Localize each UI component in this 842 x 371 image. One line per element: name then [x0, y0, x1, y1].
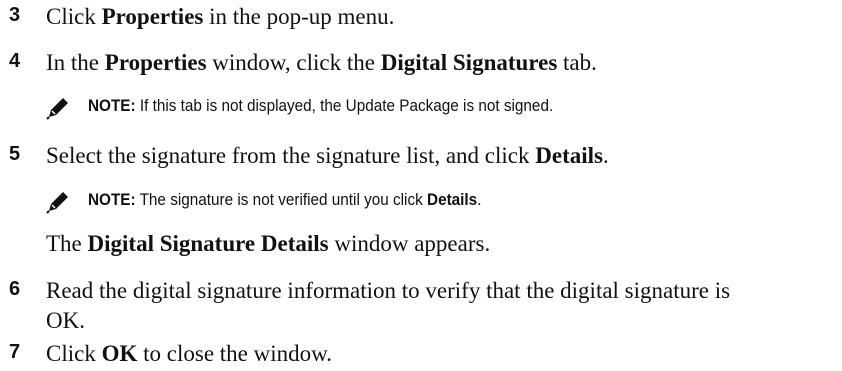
step-text: In the Properties window, click the Digi… — [46, 50, 597, 75]
note-pencil-icon — [46, 192, 68, 214]
step-number: 3 — [9, 4, 21, 26]
step-number: 4 — [9, 50, 21, 72]
step-number: 7 — [9, 341, 21, 363]
step-text: Click OK to close the window. — [46, 341, 332, 366]
step-text: Select the signature from the signature … — [46, 143, 609, 168]
step-text: Click Properties in the pop-up menu. — [46, 4, 395, 29]
result-paragraph: The Digital Signature Details window app… — [46, 231, 491, 256]
note-text: NOTE: The signature is not verified unti… — [88, 190, 482, 209]
note-pencil-icon — [46, 98, 68, 120]
step-text: Read the digital signature information t… — [46, 278, 731, 333]
note-text: NOTE: If this tab is not displayed, the … — [88, 96, 554, 115]
step-number: 6 — [9, 278, 21, 300]
step-number: 5 — [9, 143, 21, 165]
